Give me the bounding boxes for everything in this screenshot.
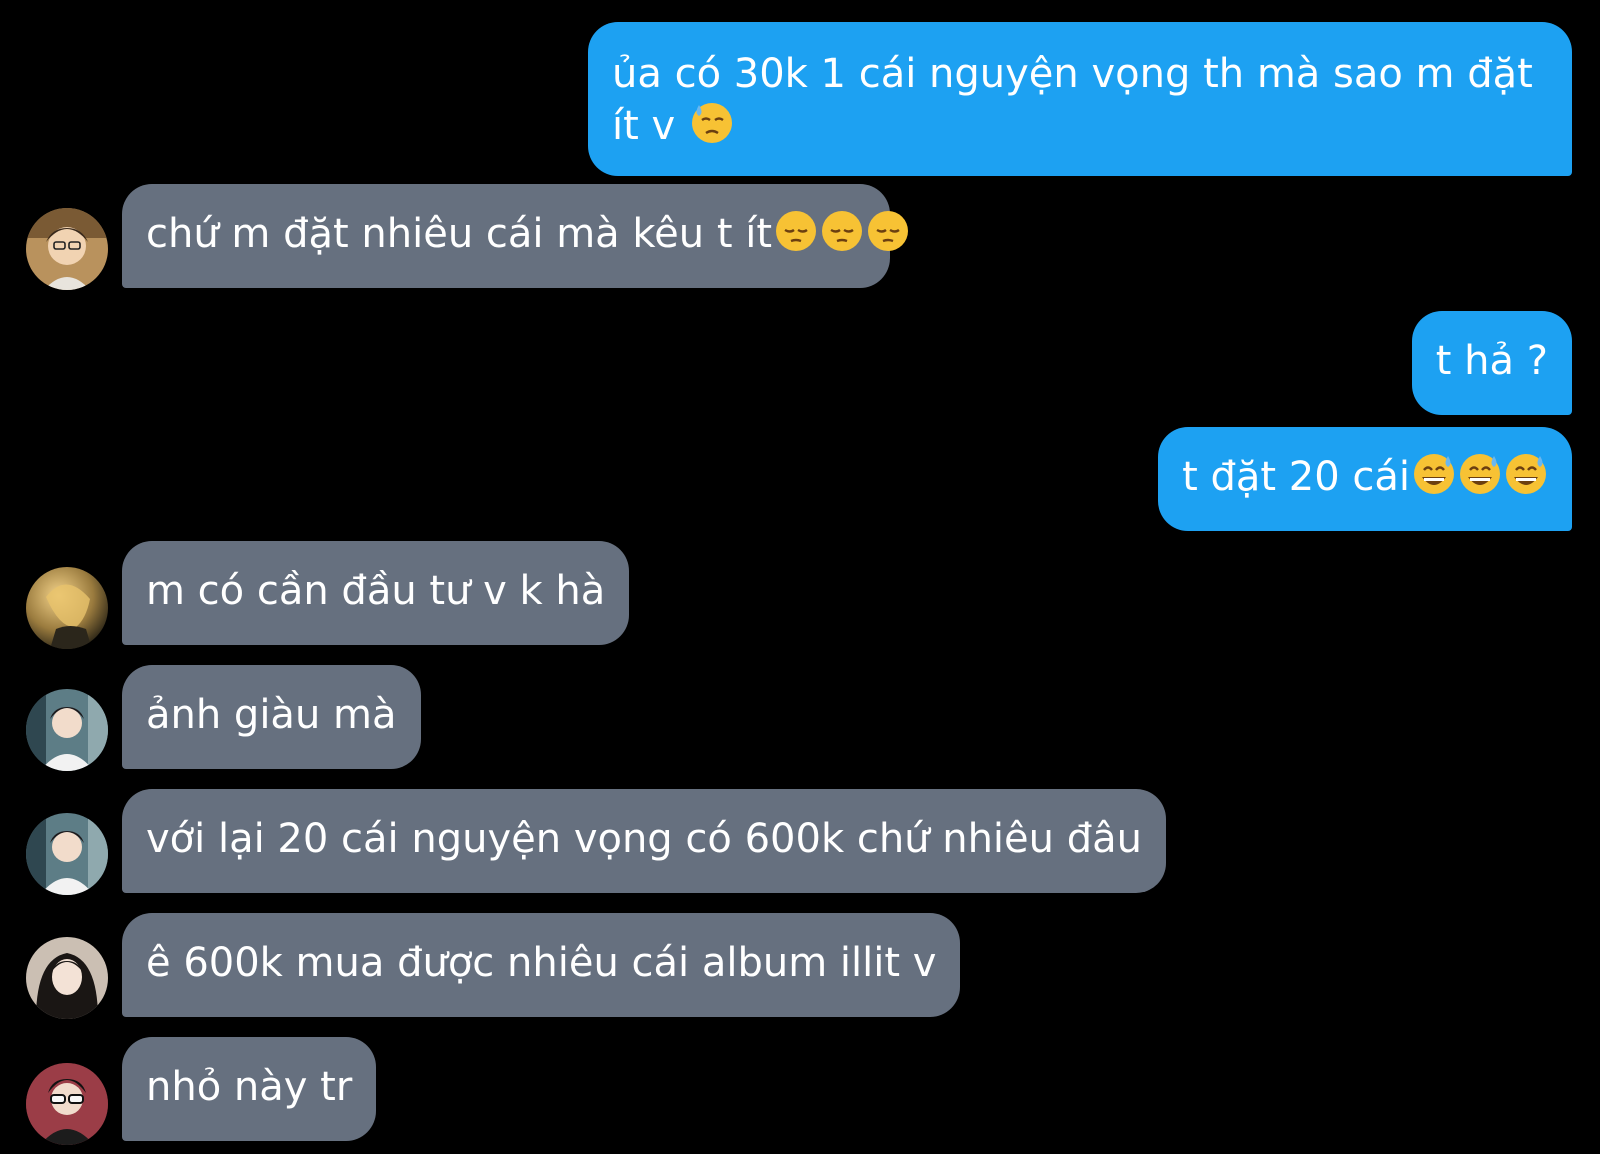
avatar-2-icon [26, 567, 108, 649]
message-text: ê 600k mua được nhiêu cái album illit v [146, 940, 937, 986]
sent-message-bubble[interactable]: t hả ? [1411, 311, 1572, 415]
message-text: ảnh giàu mà [146, 692, 397, 738]
message-row: ê 600k mua được nhiêu cái album illit v [0, 913, 1600, 1019]
pensive-emoji-icon [820, 209, 864, 266]
message-text: với lại 20 cái nguyện vọng có 600k chứ n… [146, 816, 1142, 862]
avatar[interactable] [26, 813, 108, 895]
avatar[interactable] [26, 1063, 108, 1145]
received-message-bubble[interactable]: ảnh giàu mà [122, 665, 421, 769]
message-text: t đặt 20 cái [1182, 454, 1410, 500]
avatar-1-icon [26, 208, 108, 290]
avatar-5-icon [26, 1063, 108, 1145]
message-row: nhỏ này tr [0, 1037, 1600, 1145]
received-message-bubble[interactable]: m có cần đầu tư v k hà [122, 541, 630, 645]
received-message-bubble[interactable]: ê 600k mua được nhiêu cái album illit v [122, 913, 961, 1017]
avatar-4-icon [26, 937, 108, 1019]
grinning-sweat-emoji-icon [1504, 452, 1548, 509]
message-row: ủa có 30k 1 cái nguyện vọng th mà sao m … [0, 22, 1600, 176]
message-text: nhỏ này tr [146, 1064, 353, 1110]
chat-thread: ủa có 30k 1 cái nguyện vọng th mà sao m … [0, 0, 1600, 1154]
message-row: chứ m đặt nhiêu cái mà kêu t ít [0, 184, 1600, 290]
message-text: t hả ? [1435, 338, 1548, 384]
message-text: ủa có 30k 1 cái nguyện vọng th mà sao m … [612, 51, 1533, 149]
avatar[interactable] [26, 937, 108, 1019]
downcast-sweat-emoji-icon [690, 101, 734, 158]
pensive-emoji-icon [774, 209, 818, 266]
avatar[interactable] [26, 208, 108, 290]
avatar-3-icon [26, 813, 108, 895]
sent-message-bubble[interactable]: ủa có 30k 1 cái nguyện vọng th mà sao m … [588, 22, 1572, 176]
grinning-sweat-emoji-icon [1412, 452, 1456, 509]
avatar[interactable] [26, 689, 108, 771]
received-message-bubble[interactable]: nhỏ này tr [122, 1037, 377, 1141]
message-text: m có cần đầu tư v k hà [146, 568, 606, 614]
avatar[interactable] [26, 567, 108, 649]
message-row: m có cần đầu tư v k hà [0, 541, 1600, 649]
avatar-3-icon [26, 689, 108, 771]
grinning-sweat-emoji-icon [1458, 452, 1502, 509]
pensive-emoji-icon [866, 209, 910, 266]
received-message-bubble[interactable]: chứ m đặt nhiêu cái mà kêu t ít [122, 184, 909, 288]
message-row: t đặt 20 cái [0, 427, 1600, 531]
message-row: t hả ? [0, 311, 1600, 415]
message-row: với lại 20 cái nguyện vọng có 600k chứ n… [0, 789, 1600, 895]
message-text: chứ m đặt nhiêu cái mà kêu t ít [146, 211, 773, 257]
received-message-bubble[interactable]: với lại 20 cái nguyện vọng có 600k chứ n… [122, 789, 1166, 893]
sent-message-bubble[interactable]: t đặt 20 cái [1158, 427, 1572, 531]
message-row: ảnh giàu mà [0, 665, 1600, 771]
